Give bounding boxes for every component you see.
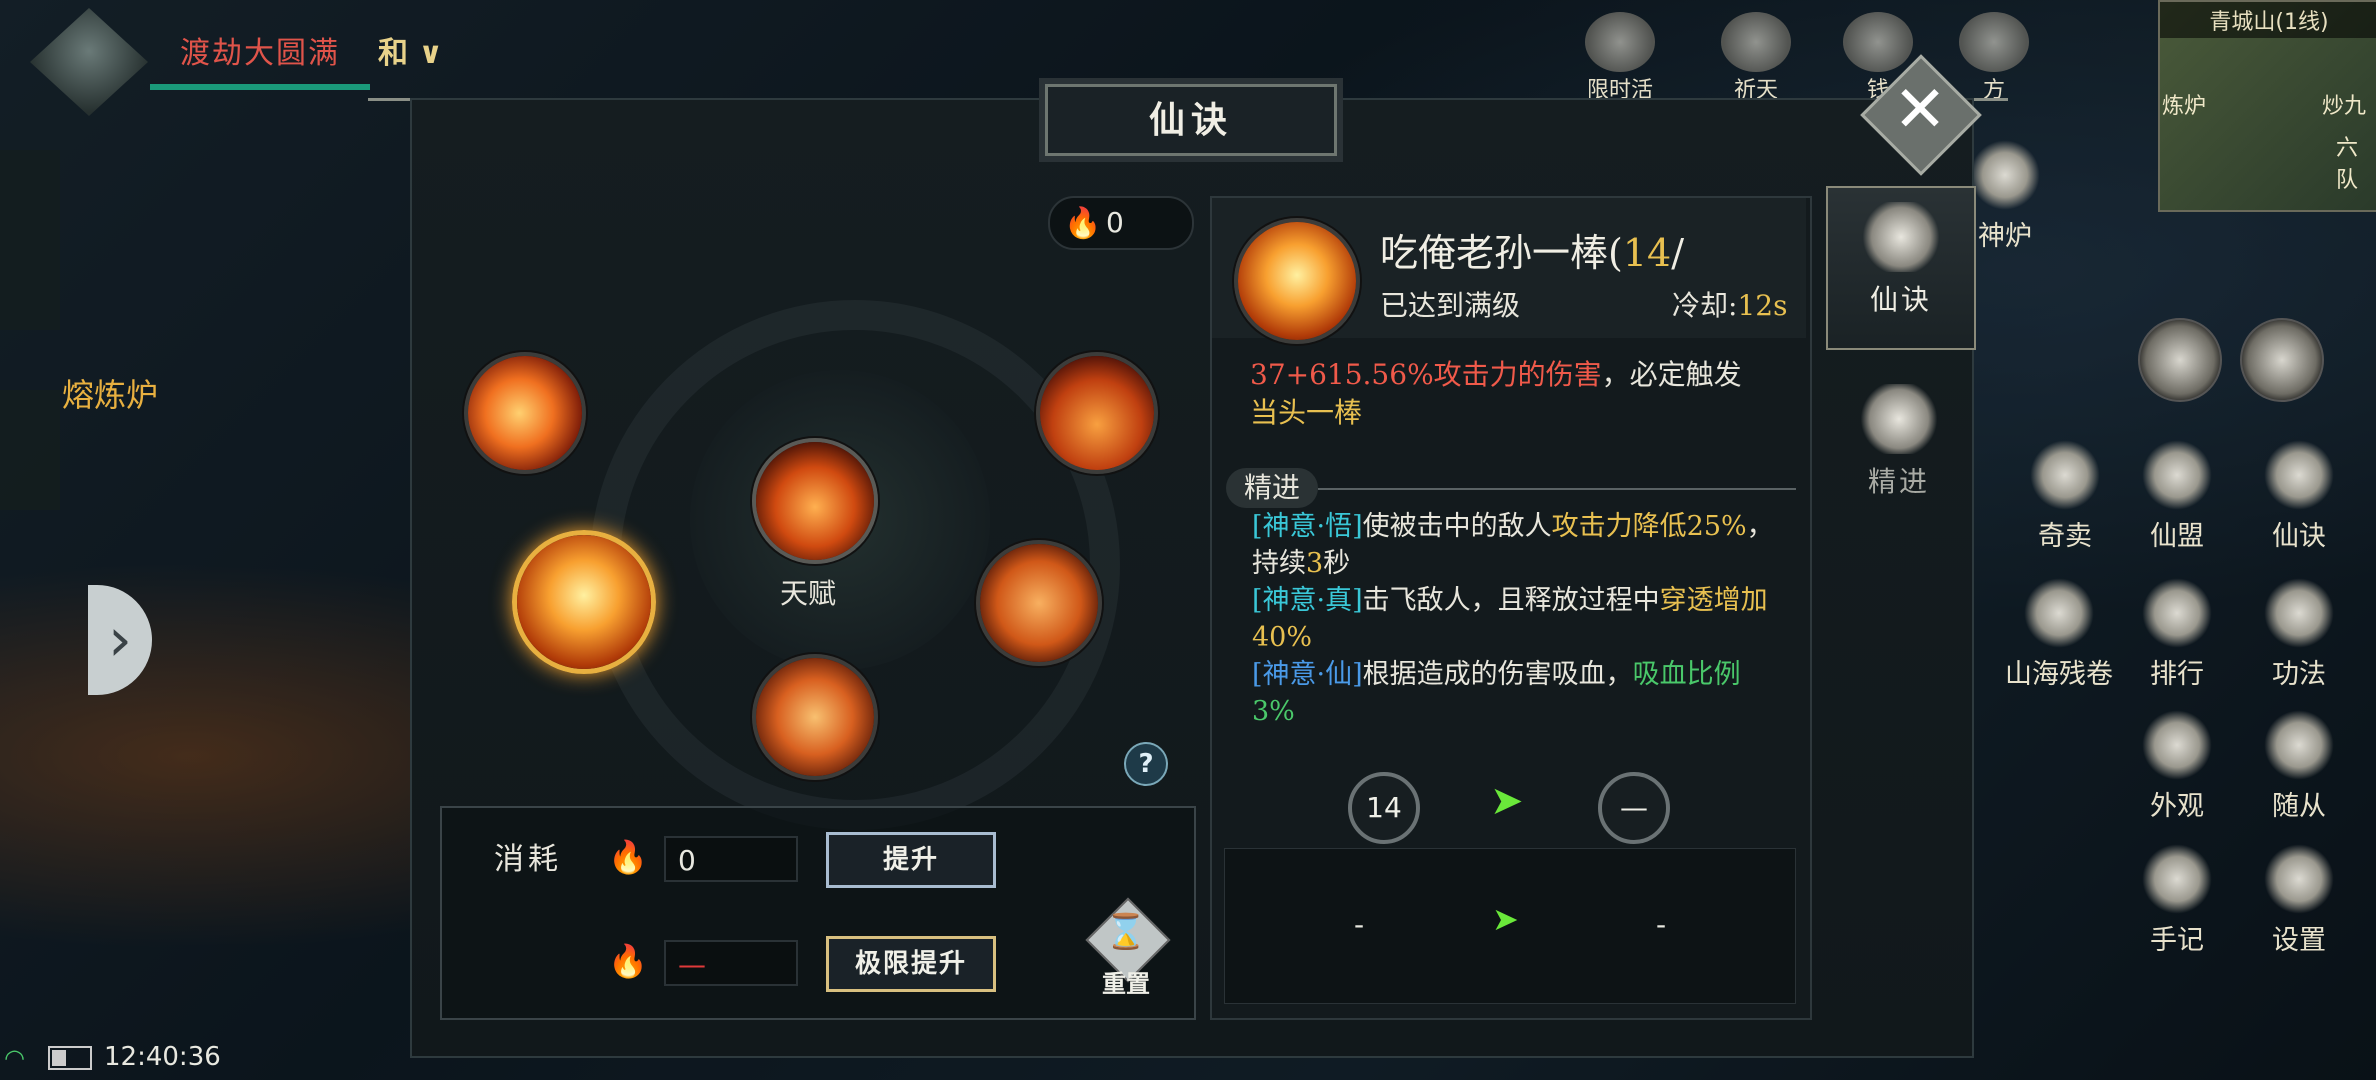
fire-warrior-icon (756, 658, 874, 776)
spirit-flame-icon: 🔥 (608, 942, 648, 980)
compare-next-value: - (1656, 908, 1667, 941)
tab-refine[interactable]: 精进 (1826, 370, 1972, 530)
chevron-down-icon: ∨ (408, 36, 443, 71)
peace-mode-toggle[interactable]: 和 ∨ (378, 28, 443, 72)
fire-figure-icon (1040, 356, 1154, 470)
refine-divider (1318, 488, 1796, 490)
battery-icon (48, 1046, 92, 1070)
compare-current-value: - (1354, 908, 1365, 941)
coin-icon (1843, 12, 1913, 72)
yin-yang-icon (2264, 578, 2334, 648)
refine-list: [神意·悟]使被击中的敌人攻击力降低25%，持续3秒 [神意·真]击飞敌人，且释… (1252, 508, 1792, 730)
skill-description: 37+615.56%攻击力的伤害，必定触发 当头一棒 (1250, 358, 1742, 429)
limit-upgrade-button[interactable]: 极限提升 (826, 936, 996, 992)
cooldown-text: 冷却:12s (1672, 289, 1788, 322)
close-icon[interactable]: ✕ (1880, 70, 1960, 150)
settings-button[interactable]: 设置 (2244, 844, 2354, 957)
scroll-icon (2024, 578, 2094, 648)
flame-rock-icon (1238, 222, 1356, 340)
xianjue-menu-button[interactable]: 仙诀 (2244, 440, 2354, 553)
skill-slot-fire-whirl[interactable] (464, 352, 586, 474)
upgrade-button[interactable]: 提升 (826, 832, 996, 888)
skill-detail-icon (1234, 218, 1360, 344)
spirit-flame-icon: 🔥 (1064, 206, 1102, 241)
appearance-button[interactable]: 外观 (2122, 710, 2232, 823)
refine-item: [神意·仙]根据造成的伤害吸血，吸血比例3% (1252, 659, 1741, 727)
tab-label: 仙诀 (1869, 283, 1932, 316)
talent-skill-slot[interactable] (752, 438, 878, 564)
bag-button[interactable] (2138, 318, 2222, 402)
scroll-icon (2264, 440, 2334, 510)
alliance-button[interactable]: 仙盟 (2122, 440, 2232, 553)
minimap-title: 青城山(1线) (2160, 2, 2376, 38)
gear-icon (2264, 844, 2334, 914)
auction-button[interactable]: 奇卖 (2010, 440, 2120, 553)
skill-name: 吃俺老孙一棒(14/ (1380, 231, 1684, 275)
minimap-label: 炒九 (2322, 94, 2367, 119)
refine-item: [神意·悟]使被击中的敌人攻击力降低25%，持续3秒 (1252, 511, 1774, 579)
side-quest-tab[interactable] (0, 150, 60, 330)
player-hp-bar (150, 84, 370, 90)
arrow-right-icon: ➤ (1490, 778, 1524, 824)
notebook-icon (2142, 844, 2212, 914)
notebook-button[interactable]: 手记 (2122, 844, 2232, 957)
current-level-node: 14 (1348, 772, 1420, 844)
talent-label: 天赋 (780, 577, 837, 610)
swap-button[interactable] (2240, 318, 2324, 402)
player-realm-title: 渡劫大圆满 (180, 36, 340, 71)
dialog-title: 仙诀 (1045, 84, 1337, 156)
minimap-label: 炼炉 (2162, 94, 2207, 119)
furnace-label: 熔炼炉 (62, 376, 159, 414)
cost-value-field: 0 (664, 836, 798, 882)
max-level-text: 已达到满级 (1380, 289, 1521, 322)
reset-label: 重置 (1102, 969, 1150, 998)
minimap-label: 六队 (2336, 136, 2359, 193)
talent-icon (756, 442, 874, 560)
mask-icon (1585, 12, 1655, 72)
rank-icon (2142, 578, 2212, 648)
companion-button[interactable]: 随从 (2244, 710, 2354, 823)
next-level-node: — (1598, 772, 1670, 844)
cultivation-button[interactable]: 功法 (2244, 578, 2354, 691)
sword-icon (1861, 202, 1941, 272)
refine-item: [神意·真]击飞敌人，且释放过程中穿透增加40% (1252, 585, 1768, 653)
fire-dancer-icon (980, 544, 1098, 662)
skill-slot-fire-warrior[interactable] (752, 654, 878, 780)
altar-icon (1721, 12, 1791, 72)
pray-button[interactable]: 祈天 (1714, 12, 1798, 104)
reset-button[interactable]: ⌛ 重置 (1085, 897, 1171, 998)
clock: 12:40:36 (104, 1042, 221, 1072)
side-flag-tab[interactable] (0, 390, 60, 510)
tab-xianjue[interactable]: 仙诀 (1826, 186, 1976, 350)
helmet-icon (2142, 710, 2212, 780)
skill-slot-fire-figure[interactable] (1036, 352, 1158, 474)
coin-icon (2030, 440, 2100, 510)
fire-whirl-icon (468, 356, 582, 470)
device-status-bar: ◠ 12:40:36 (0, 1040, 240, 1076)
tab-label: 精进 (1867, 465, 1930, 498)
shanhai-button[interactable]: 山海残卷 (1984, 578, 2134, 691)
limit-cost-value-field: — (664, 940, 798, 986)
wifi-icon: ◠ (4, 1044, 25, 1072)
skill-slot-selected[interactable] (512, 530, 656, 674)
essence-counter: 🔥 0 (1048, 196, 1194, 250)
furnace-icon (1970, 140, 2040, 210)
essence-value: 0 (1106, 206, 1124, 239)
flame-rock-icon (517, 535, 651, 669)
pavilion-button[interactable]: 方 (1952, 12, 2036, 104)
ranking-button[interactable]: 排行 (2122, 578, 2232, 691)
pavilion-icon (1959, 12, 2029, 72)
banner-icon (2142, 440, 2212, 510)
arrow-right-icon: ➤ (1492, 900, 1519, 938)
refine-section-label: 精进 (1226, 468, 1318, 508)
cost-label: 消耗 (494, 842, 562, 877)
hourglass-icon: ⌛ (1104, 912, 1148, 952)
crown-wing-icon (1859, 384, 1939, 454)
spirit-flame-icon: 🔥 (608, 838, 648, 876)
help-icon[interactable]: ? (1124, 742, 1168, 786)
skill-slot-fire-dancer[interactable] (976, 540, 1102, 666)
companion-icon (2264, 710, 2334, 780)
